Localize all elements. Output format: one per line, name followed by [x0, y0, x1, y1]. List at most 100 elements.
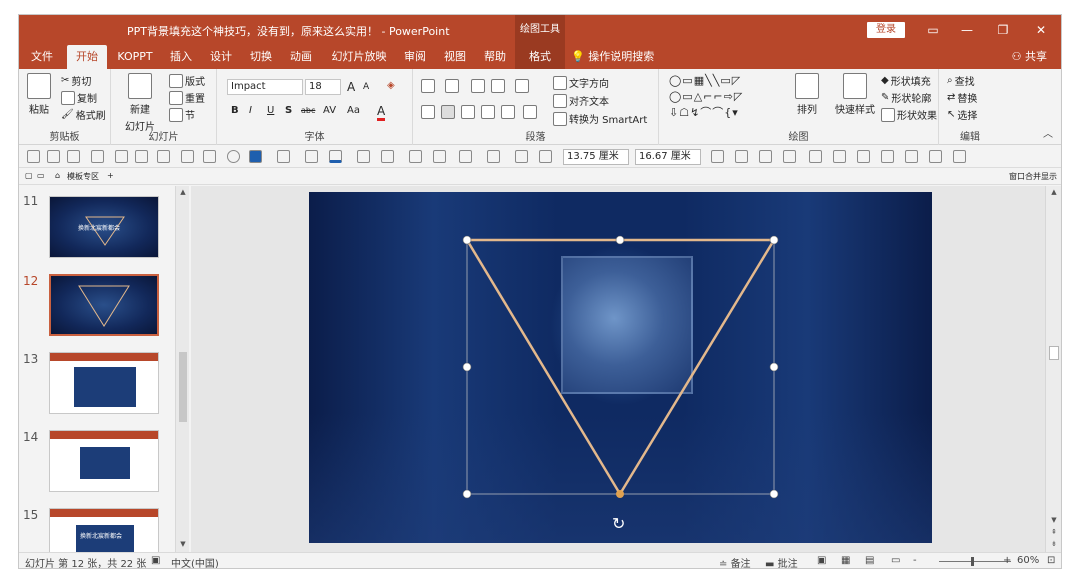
scroll-up-icon[interactable]: ▲	[177, 188, 189, 198]
toolbar-btn-17[interactable]	[539, 150, 552, 163]
toolbar-btn-22[interactable]	[809, 150, 822, 163]
scroll-down-icon[interactable]: ▼	[1048, 516, 1060, 526]
toolbar-btn-13[interactable]	[433, 150, 446, 163]
slide-thumbnail-selected[interactable]	[49, 274, 159, 336]
toolbar-btn-27[interactable]	[929, 150, 942, 163]
tab-animations[interactable]: 动画	[285, 45, 317, 69]
line-spacing-button[interactable]	[515, 79, 529, 93]
shadow-button[interactable]: S	[285, 105, 292, 116]
slide-thumbnail[interactable]	[49, 352, 159, 414]
shape-width-input[interactable]: 13.75 厘米	[563, 149, 629, 165]
shrink-font-button[interactable]: A	[363, 82, 369, 92]
strikethrough-button[interactable]: abc	[301, 106, 315, 115]
toolbar-btn-5[interactable]	[115, 150, 128, 163]
tab-file[interactable]: 文件	[25, 45, 59, 69]
align-left-button[interactable]	[421, 105, 435, 119]
toolbar-btn-15[interactable]	[487, 150, 500, 163]
line-color-icon[interactable]	[329, 150, 342, 163]
minimize-icon[interactable]: —	[957, 20, 977, 40]
tab-slideshow[interactable]: 幻灯片放映	[327, 45, 391, 69]
decrease-indent-button[interactable]	[471, 79, 485, 93]
toolbar-btn-21[interactable]	[783, 150, 796, 163]
slide-thumbnail[interactable]	[49, 430, 159, 492]
add-tab-icon[interactable]: +	[107, 171, 114, 180]
toolbar-btn-18[interactable]	[711, 150, 724, 163]
toolbar-btn-11[interactable]	[357, 150, 370, 163]
format-painter-button[interactable]: 🖌 格式刷	[61, 107, 106, 122]
previous-slide-icon[interactable]: ⇞	[1048, 528, 1060, 538]
slide-thumbnail[interactable]: 换新北宸新都会	[49, 508, 159, 552]
toolbar-btn-12[interactable]	[381, 150, 394, 163]
shape-effects-button[interactable]: 形状效果	[881, 107, 937, 122]
shape-outline-button[interactable]: ✎ 形状轮廓	[881, 90, 931, 105]
toolbar-btn-23[interactable]	[833, 150, 846, 163]
align-center-button[interactable]	[441, 105, 455, 119]
zoom-slider-thumb[interactable]	[971, 557, 974, 566]
login-button[interactable]: 登录	[867, 22, 905, 38]
triangle-shape[interactable]: ↻	[309, 192, 932, 543]
copy-button[interactable]: 复制	[61, 90, 97, 105]
clear-format-icon[interactable]: ◈	[387, 80, 395, 91]
new-doc-icon[interactable]: ▢	[25, 171, 33, 180]
select-button[interactable]: ↖ 选择	[947, 107, 977, 122]
bullets-button[interactable]	[421, 79, 435, 93]
oval-tool-icon[interactable]	[227, 150, 240, 163]
slideshow-view-icon[interactable]: ▭	[891, 555, 900, 566]
toolbar-btn-2[interactable]	[47, 150, 60, 163]
toolbar-btn-10[interactable]	[277, 150, 290, 163]
slide-thumbnail[interactable]: 换新北宸新都会	[49, 196, 159, 258]
toolbar-btn-8[interactable]	[181, 150, 194, 163]
section-button[interactable]: 节	[169, 107, 195, 122]
zoom-in-button[interactable]: +	[1003, 555, 1011, 566]
toolbar-btn-6[interactable]	[135, 150, 148, 163]
char-spacing-button[interactable]: AV	[323, 105, 336, 116]
fit-to-window-icon[interactable]: ⊡	[1047, 555, 1055, 566]
change-case-button[interactable]: Aa	[347, 105, 360, 116]
toolbar-btn-25[interactable]	[881, 150, 894, 163]
toolbar-btn-28[interactable]	[953, 150, 966, 163]
notes-button[interactable]: ≐ 备注	[719, 555, 751, 568]
arrange-button[interactable]: 排列	[795, 73, 819, 116]
tab-transitions[interactable]: 切换	[245, 45, 277, 69]
grow-font-button[interactable]: A	[347, 80, 355, 94]
eyedropper-icon[interactable]	[305, 150, 318, 163]
slide-sorter-icon[interactable]: ▦	[841, 555, 850, 566]
columns-button[interactable]	[523, 105, 537, 119]
merge-windows-toggle[interactable]: 窗口合并显示	[1009, 171, 1057, 182]
distribute-button[interactable]	[501, 105, 515, 119]
close-icon[interactable]: ✕	[1031, 20, 1051, 40]
toolbar-btn-9[interactable]	[203, 150, 216, 163]
comments-button[interactable]: ▬ 批注	[765, 555, 798, 568]
tab-help[interactable]: 帮助	[479, 45, 511, 69]
toolbar-btn-4[interactable]	[91, 150, 104, 163]
scroll-down-icon[interactable]: ▼	[177, 540, 189, 550]
convert-smartart-button[interactable]: 转换为 SmartArt	[553, 111, 647, 126]
shapes-gallery[interactable]: ◯▭▦╲╲▭◸ ◯▭△⌐⌐⇨◸ ⇩☖↯⌒⌒{▾	[669, 73, 743, 121]
slide-canvas[interactable]: ↻	[191, 186, 1045, 552]
toolbar-btn-24[interactable]	[857, 150, 870, 163]
layout-button[interactable]: 版式	[169, 73, 205, 88]
zoom-level[interactable]: 60%	[1017, 555, 1039, 566]
toolbar-btn-3[interactable]	[67, 150, 80, 163]
shape-fill-button[interactable]: ◆ 形状填充	[881, 73, 931, 88]
toolbar-btn-1[interactable]	[27, 150, 40, 163]
font-name-select[interactable]: Impact	[227, 79, 303, 95]
replace-button[interactable]: ⇄ 替换	[947, 90, 977, 105]
tab-koppt[interactable]: KOPPT	[113, 45, 157, 69]
font-color-button[interactable]: A	[377, 104, 386, 121]
tab-view[interactable]: 视图	[439, 45, 471, 69]
canvas-vertical-scrollbar[interactable]: ▲ ▼ ⇞ ⇟	[1045, 186, 1061, 552]
align-text-button[interactable]: 对齐文本	[553, 93, 609, 108]
current-slide[interactable]: ↻	[309, 192, 932, 543]
cut-button[interactable]: ✂ 剪切	[61, 73, 91, 88]
toolbar-btn-14[interactable]	[459, 150, 472, 163]
tell-me-search[interactable]: 💡 操作说明搜索	[571, 45, 654, 69]
text-direction-button[interactable]: 文字方向	[553, 75, 609, 90]
folder-icon[interactable]: ▭	[37, 171, 45, 180]
justify-button[interactable]	[481, 105, 495, 119]
language-status[interactable]: 中文(中国)	[171, 555, 219, 568]
share-button[interactable]: ⚇ 共享	[1012, 45, 1047, 69]
find-button[interactable]: ⌕ 查找	[947, 73, 975, 88]
normal-view-icon[interactable]: ▣	[817, 555, 826, 566]
toolbar-btn-26[interactable]	[905, 150, 918, 163]
